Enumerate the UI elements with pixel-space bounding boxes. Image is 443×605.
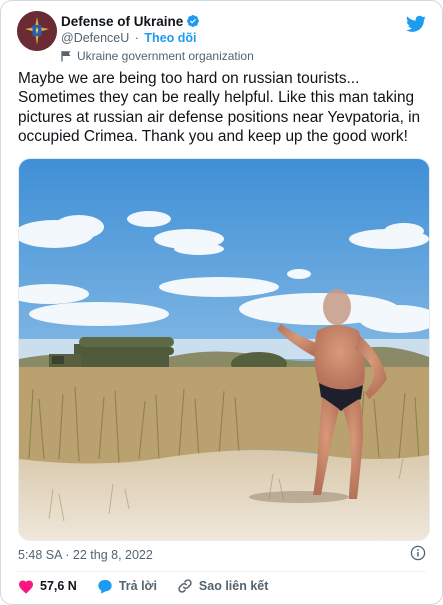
ukraine-defense-emblem-icon bbox=[17, 11, 57, 51]
link-icon bbox=[178, 579, 192, 593]
reply-bubble-icon bbox=[98, 580, 112, 594]
handle[interactable]: @DefenceU bbox=[61, 31, 129, 45]
tweet-text: Maybe we are being too hard on russian t… bbox=[18, 70, 421, 145]
government-label[interactable]: Ukraine government organization bbox=[77, 49, 254, 63]
info-icon[interactable] bbox=[410, 545, 426, 561]
like-count: 57,6 N bbox=[40, 579, 77, 593]
reply-button[interactable]: Trả lời bbox=[97, 578, 157, 594]
tweet-timestamp[interactable]: 5:48 SA · 22 thg 8, 2022 bbox=[18, 548, 153, 562]
author-block: Defense of Ukraine @DefenceU · Theo dõi … bbox=[61, 12, 254, 64]
tweet-card: Defense of Ukraine @DefenceU · Theo dõi … bbox=[0, 0, 443, 605]
like-button[interactable]: 57,6 N bbox=[18, 579, 77, 594]
tweet-actions: 57,6 N Trả lời Sao liên kết bbox=[18, 578, 288, 594]
flag-icon bbox=[61, 51, 71, 62]
display-name[interactable]: Defense of Ukraine bbox=[61, 14, 183, 29]
avatar[interactable] bbox=[17, 11, 57, 51]
photo-man-near-air-defense-launcher bbox=[19, 159, 429, 540]
copy-link-label: Sao liên kết bbox=[198, 579, 269, 593]
divider bbox=[17, 571, 426, 572]
follow-button[interactable]: Theo dõi bbox=[144, 31, 196, 45]
copy-link-button[interactable]: Sao liên kết bbox=[177, 578, 268, 594]
heart-icon bbox=[19, 580, 33, 594]
tweet-photo[interactable] bbox=[18, 158, 430, 541]
reply-label: Trả lời bbox=[118, 579, 157, 593]
tweet-header: Defense of Ukraine @DefenceU · Theo dõi … bbox=[17, 11, 428, 63]
separator-dot: · bbox=[134, 31, 139, 45]
verified-badge-icon bbox=[187, 15, 200, 27]
twitter-bird-icon[interactable] bbox=[406, 15, 426, 33]
